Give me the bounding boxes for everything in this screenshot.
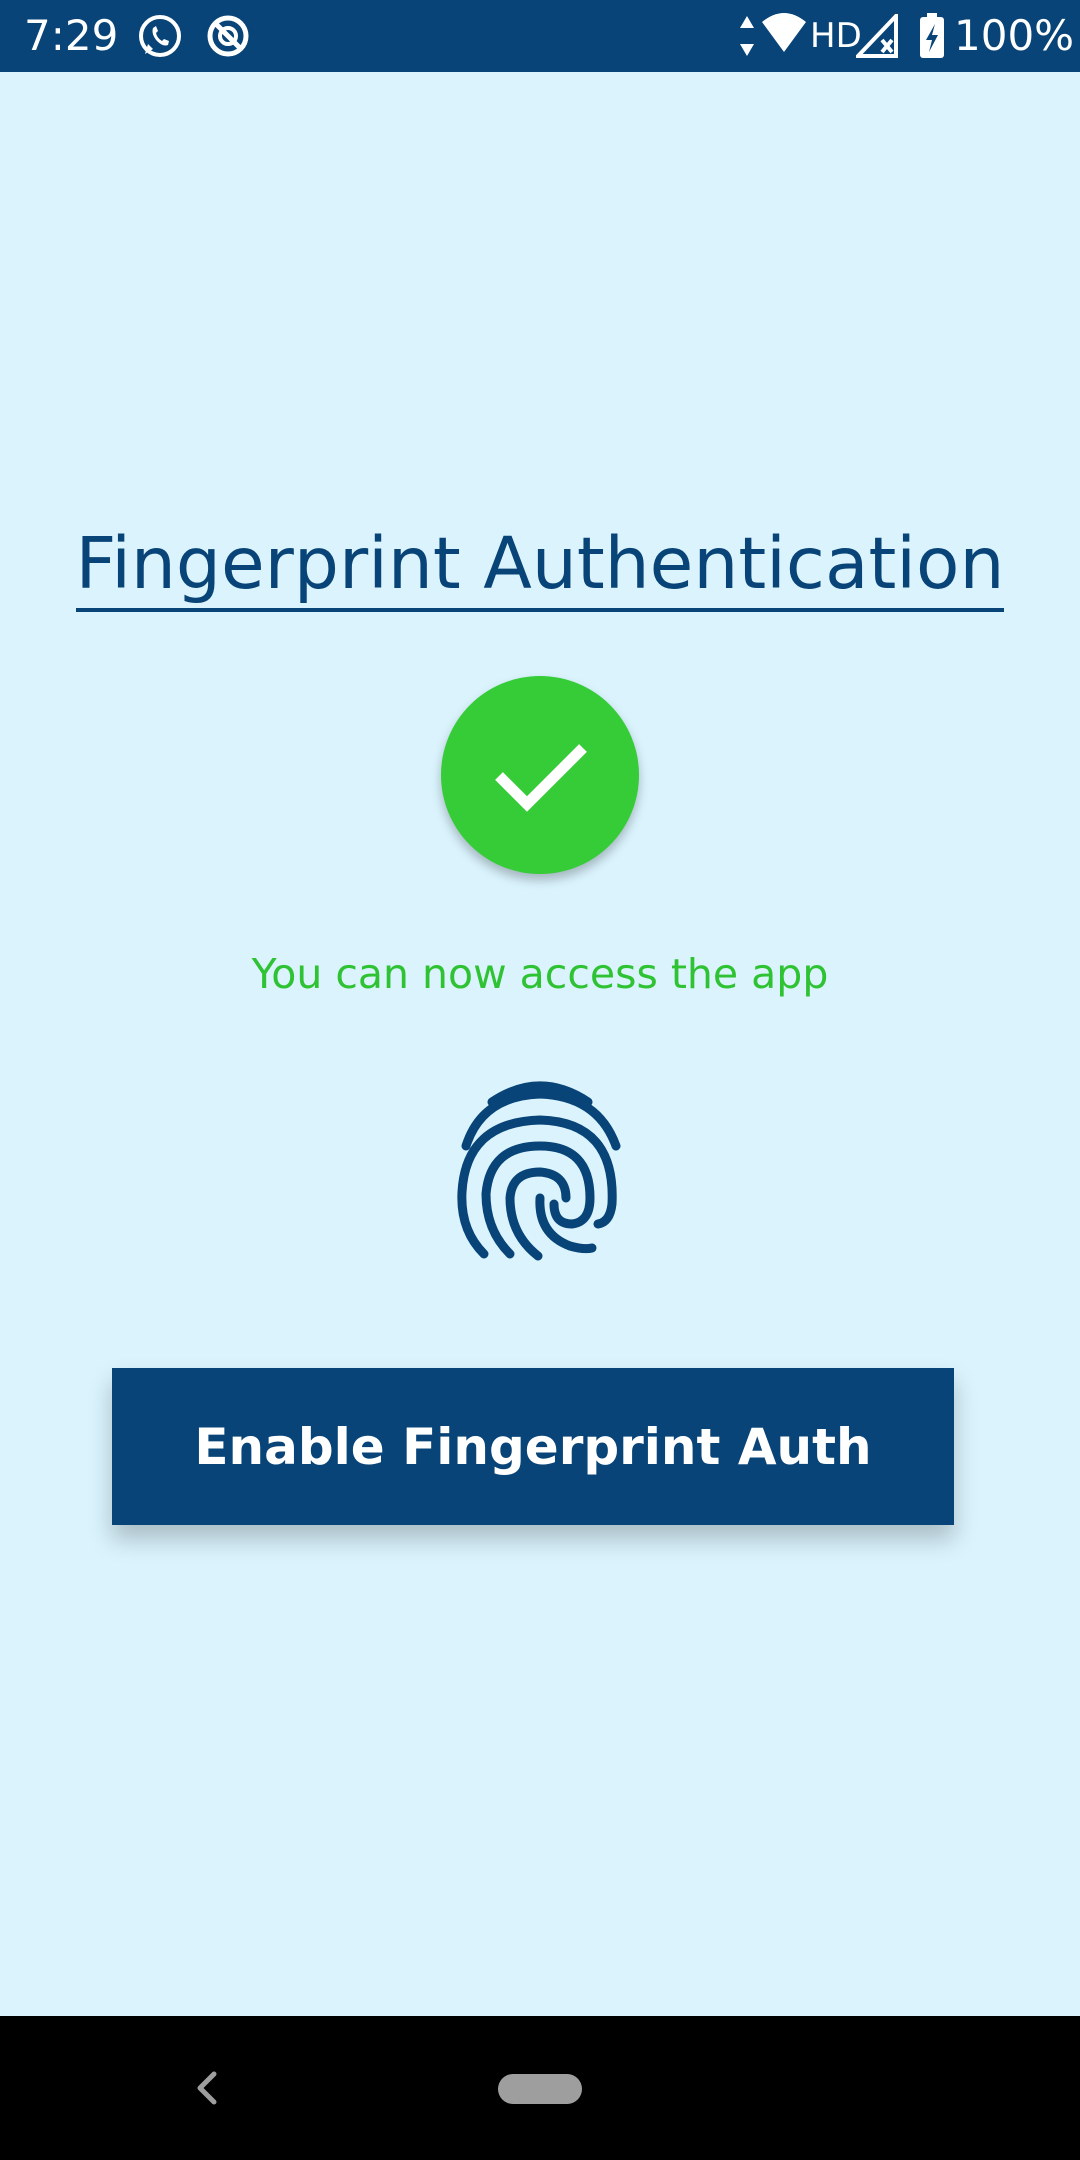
whatsapp-icon bbox=[139, 15, 181, 57]
data-arrows-icon bbox=[740, 16, 754, 56]
signal-icon bbox=[856, 14, 898, 58]
home-pill[interactable] bbox=[498, 2074, 582, 2104]
checkmark-icon bbox=[495, 744, 587, 812]
enable-fingerprint-auth-button[interactable]: Enable Fingerprint Auth bbox=[112, 1368, 954, 1525]
network-type-label: HD bbox=[810, 16, 862, 56]
wifi-icon bbox=[762, 13, 806, 52]
page-title: Fingerprint Authentication bbox=[0, 522, 1080, 612]
battery-percent: 100% bbox=[954, 11, 1075, 60]
success-badge bbox=[441, 676, 639, 874]
status-bar: 7:29 HD 100% bbox=[0, 0, 1080, 72]
battery-charging-icon bbox=[920, 13, 944, 58]
page-title-text: Fingerprint Authentication bbox=[75, 522, 1005, 612]
screen: 7:29 HD 100% Fingerprint Authentication … bbox=[0, 0, 1080, 2160]
back-icon[interactable] bbox=[190, 2068, 224, 2108]
fingerprint-icon[interactable] bbox=[454, 1074, 626, 1264]
status-time: 7:29 bbox=[24, 11, 119, 60]
success-message: You can now access the app bbox=[251, 950, 829, 998]
sync-icon bbox=[207, 15, 249, 57]
